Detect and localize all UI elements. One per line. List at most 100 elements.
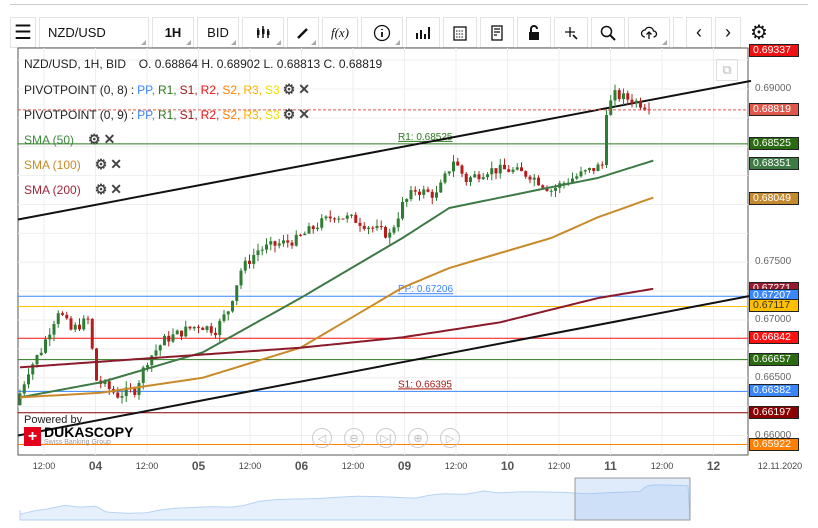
candle-body	[90, 318, 94, 349]
x-tick-label: 12:00	[32, 461, 56, 471]
candle-body	[163, 335, 166, 346]
close-icon[interactable]: ✕	[110, 181, 122, 198]
x-tick-label: 12:00	[650, 461, 674, 471]
candle-body	[481, 177, 485, 180]
candle-body	[503, 164, 506, 170]
candle-body	[256, 250, 260, 256]
candle-body	[226, 311, 230, 315]
x-tick-label: 12.11.2020	[757, 461, 803, 471]
candle-body	[218, 320, 222, 336]
candle-body	[375, 226, 379, 229]
gear-icon[interactable]: ⚙	[95, 156, 108, 173]
candle-body	[452, 161, 455, 172]
candle-body	[95, 348, 98, 381]
gear-icon[interactable]: ⚙	[95, 181, 108, 198]
candle-body	[634, 100, 638, 104]
pivot-part: S2,	[222, 107, 241, 122]
candle-body	[392, 227, 396, 233]
candle-body	[180, 330, 183, 337]
pivot-part: R3,	[243, 82, 263, 97]
candle-body	[447, 171, 451, 174]
candle-body	[82, 318, 86, 330]
candle-body	[609, 100, 613, 116]
x-tick-label: 12:00	[135, 461, 159, 471]
candle-body	[469, 177, 472, 183]
candle-body	[600, 164, 604, 166]
close-icon[interactable]: ✕	[104, 131, 116, 148]
zoom-out-button[interactable]: ⊖	[344, 428, 364, 448]
candle-body	[388, 232, 392, 238]
pivot-level-label: S1: 0.66395	[398, 379, 452, 390]
candle-body	[362, 225, 366, 229]
candle-body	[52, 323, 56, 335]
candle-body	[554, 187, 557, 191]
zoom-in-button[interactable]: ⊕	[408, 428, 428, 448]
candle	[90, 317, 94, 350]
expand-button[interactable]: ⧉	[716, 59, 738, 81]
candle-body	[367, 227, 370, 229]
indicator-legend: SMA (200) ⚙ ✕	[24, 181, 122, 198]
candle-body	[248, 260, 251, 264]
scroll-back-button[interactable]: ◁	[312, 428, 332, 448]
candle-body	[460, 165, 464, 174]
candle-body	[48, 334, 52, 340]
candle-body	[324, 216, 328, 219]
price-label: 0.68351	[749, 156, 799, 170]
candle-body	[197, 326, 200, 328]
candle-body	[532, 177, 536, 180]
candle-body	[396, 218, 400, 228]
navigator-window	[574, 477, 691, 521]
pivot-part: R1,	[157, 107, 177, 122]
gear-icon[interactable]: ⚙	[283, 81, 296, 98]
pivot-part: S1,	[179, 82, 198, 97]
close-icon[interactable]: ✕	[298, 106, 310, 123]
gear-icon[interactable]: ⚙	[88, 131, 101, 148]
candle-body	[209, 326, 213, 333]
price-label: 0.66382	[749, 384, 799, 398]
candle-body	[222, 314, 226, 321]
x-tick-label: 06	[294, 459, 309, 473]
close-icon[interactable]: ✕	[110, 156, 122, 173]
scroll-forward-button[interactable]: ▷	[440, 428, 460, 448]
candle-body	[507, 169, 511, 172]
gear-icon[interactable]: ⚙	[283, 106, 296, 123]
indicator-legend: SMA (50) ⚙ ✕	[24, 131, 115, 148]
candle-body	[65, 314, 69, 319]
price-label: 0.68525	[749, 136, 799, 150]
candle	[231, 300, 234, 313]
price-label: 0.69337	[749, 44, 799, 57]
close-icon[interactable]: ✕	[298, 81, 310, 98]
candle-body	[439, 182, 443, 193]
candle-body	[316, 227, 319, 230]
indicator-legend: PIVOTPOINT (0, 9) : PP, R1, S1, R2, S2, R3, S3…	[24, 106, 310, 123]
candle-body	[435, 192, 438, 198]
candle-body	[73, 324, 77, 330]
indicator-legend: SMA (100) ⚙ ✕	[24, 156, 122, 173]
price-chart[interactable]: R1: 0.68525PP: 0.67206S1: 0.66395	[0, 0, 818, 528]
candle-body	[252, 255, 256, 264]
candle-body	[294, 234, 298, 246]
expand-icon: ⧉	[722, 62, 732, 77]
indicator-name: SMA (200)	[24, 182, 81, 197]
candle-body	[265, 244, 268, 250]
candle-body	[379, 226, 383, 228]
candle-body	[188, 326, 192, 329]
candle-body	[260, 249, 264, 251]
x-tick-label: 12:00	[547, 461, 571, 471]
candle-body	[39, 352, 43, 356]
scroll-end-button[interactable]: ▷|	[376, 428, 396, 448]
candle-body	[473, 174, 477, 178]
y-tick-label: 0.69000	[755, 83, 792, 94]
candle-body	[579, 171, 583, 177]
candle-body	[443, 173, 447, 183]
candle-body	[401, 201, 404, 219]
x-tick-label: 10	[500, 459, 515, 473]
candle-body	[154, 350, 158, 356]
price-label: 0.66657	[749, 352, 799, 366]
candle-body	[477, 174, 481, 180]
candle-body	[18, 393, 22, 406]
candle-body	[22, 384, 26, 394]
candle-body	[418, 191, 421, 195]
candle	[605, 109, 608, 169]
candle-body	[354, 214, 358, 223]
